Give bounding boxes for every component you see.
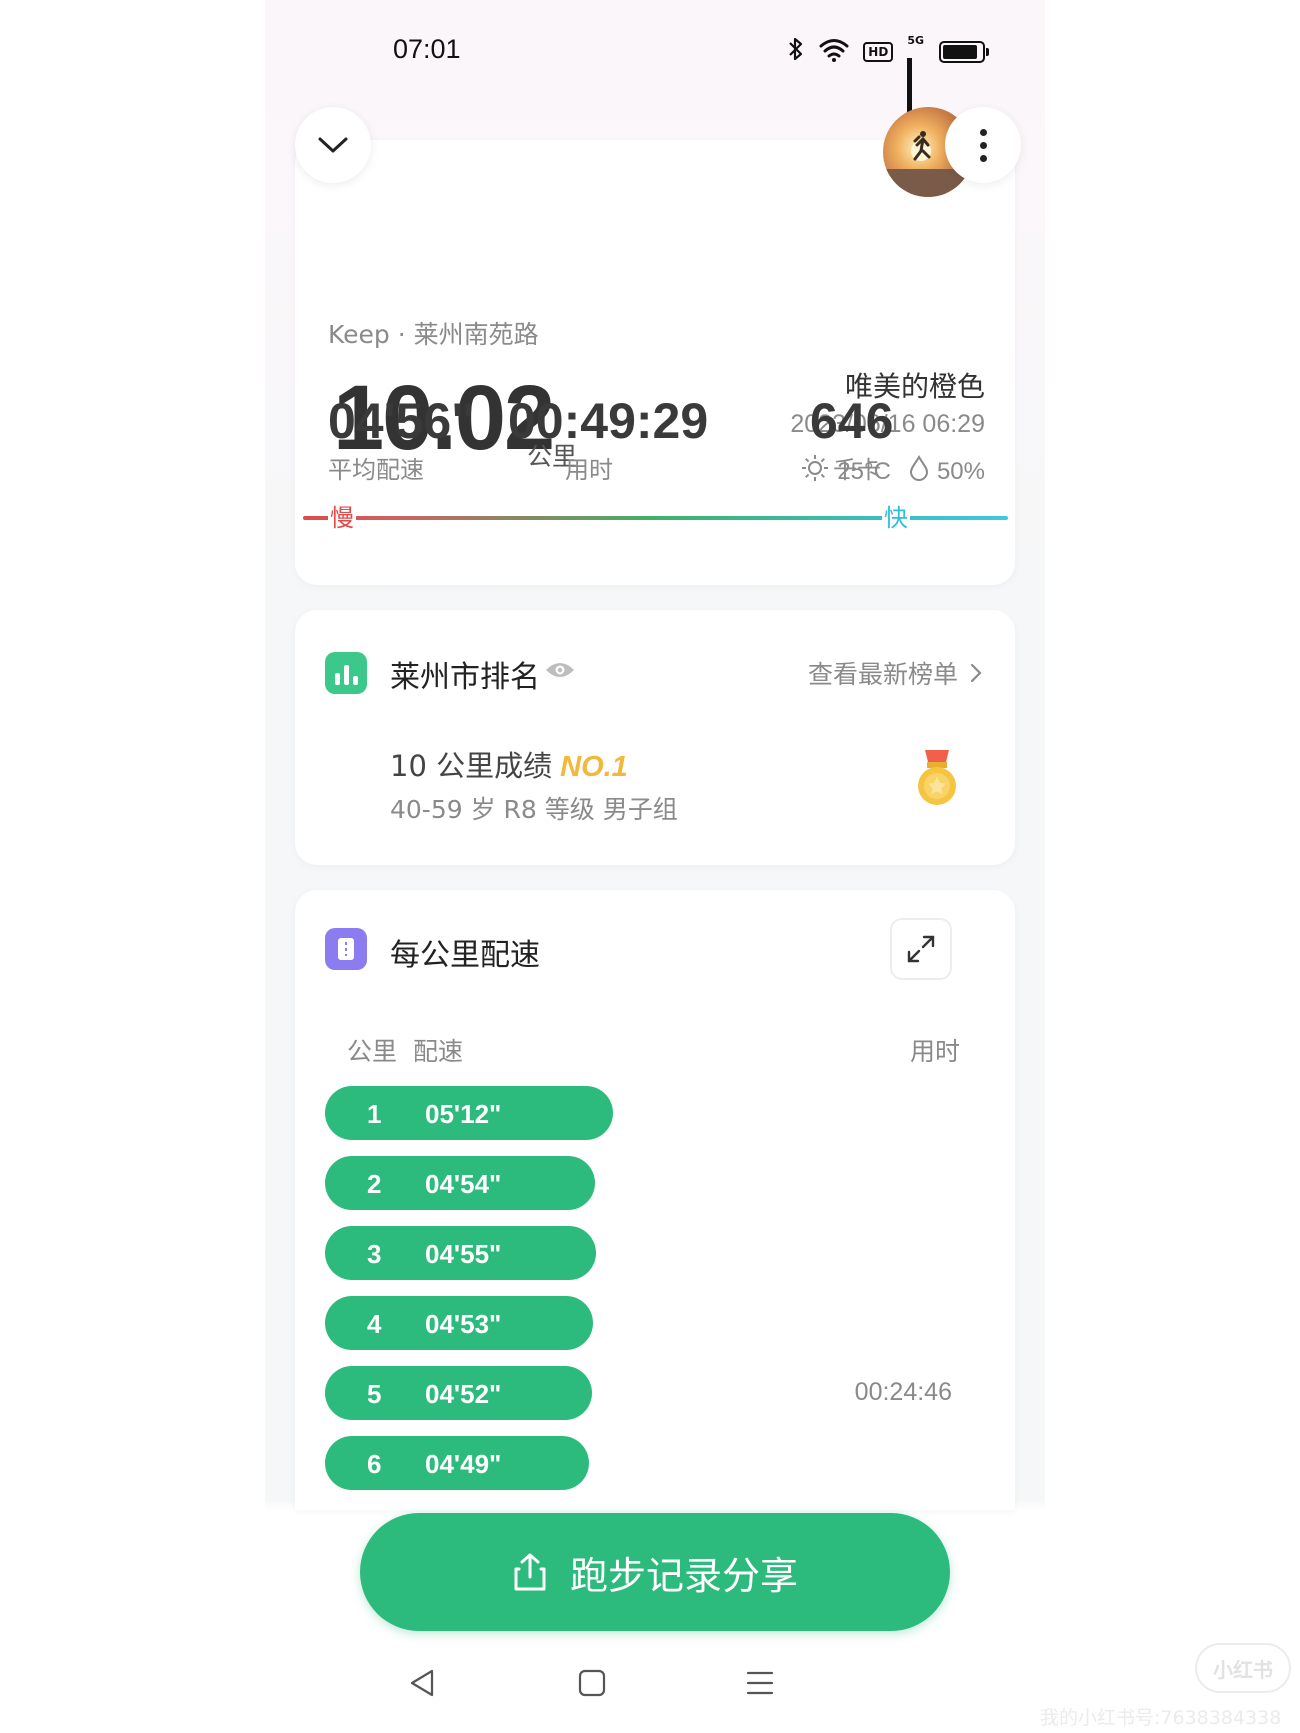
home-icon[interactable] [577, 1668, 607, 1702]
calories-value: 646 [810, 393, 894, 449]
bluetooth-icon [787, 36, 805, 67]
ranking-group: 40-59 岁 R8 等级 男子组 [390, 795, 678, 824]
col-time-header: 用时 [909, 1037, 960, 1066]
wifi-icon [819, 38, 849, 66]
split-km: 1 [367, 1099, 382, 1129]
humidity-icon [909, 454, 929, 488]
split-pace: 04'53" [425, 1309, 502, 1339]
ranking-result: 10 公里成绩 NO.1 [390, 743, 628, 785]
phone-screen: 07:01 HD 5G Keep · 莱州南苑路 10.02 公里 唯美的橙色 … [265, 0, 1045, 1733]
expand-icon [907, 935, 935, 963]
expand-button[interactable] [890, 918, 952, 980]
split-km: 2 [367, 1169, 382, 1199]
split-row: 1 05'12" [325, 1086, 613, 1140]
split-km: 6 [367, 1449, 382, 1479]
collapse-button[interactable] [295, 107, 371, 183]
ranking-position: NO.1 [560, 751, 628, 783]
duration-label: 用时 [565, 456, 613, 484]
avg-pace-value: 04'56" [328, 393, 475, 449]
split-pace: 05'12" [425, 1099, 502, 1129]
weather-info: 25°C 50% [801, 454, 985, 489]
more-vertical-icon [979, 128, 987, 136]
splits-card: 每公里配速 公里 配速 用时 1 05'12" 2 04'54" 3 04'55" 4 04'… [295, 890, 1015, 1510]
col-pace-header: 配速 [413, 1037, 464, 1066]
splits-title: 每公里配速 [390, 938, 540, 973]
split-row: 3 04'55" [325, 1226, 596, 1280]
avg-pace-label: 平均配速 [328, 456, 424, 484]
split-time: 00:24:46 [854, 1378, 952, 1406]
split-row: 4 04'53" [325, 1296, 593, 1350]
calories-label: 千卡 [833, 456, 881, 484]
split-row: 5 04'52" [325, 1366, 592, 1420]
battery-icon [939, 40, 989, 63]
5g-signal-icon: 5G [907, 34, 925, 121]
split-pace: 04'55" [425, 1239, 502, 1269]
split-km: 5 [367, 1379, 382, 1409]
humidity: 50% [936, 457, 985, 485]
chevron-right-icon [970, 663, 982, 683]
chevron-down-icon [318, 137, 348, 153]
gold-medal-icon [915, 750, 959, 812]
ranking-title: 莱州市排名 [390, 660, 540, 695]
split-pace: 04'52" [425, 1379, 502, 1409]
watermark-text: 我的小红书号:7638384338 [1040, 1707, 1282, 1729]
split-row: 2 04'54" [325, 1156, 595, 1210]
duration-value: 00:49:29 [508, 393, 709, 449]
ranking-result-prefix: 10 公里成绩 [390, 749, 553, 783]
split-km: 4 [367, 1309, 382, 1339]
status-time: 07:01 [393, 34, 461, 64]
menu-icon[interactable] [745, 1668, 775, 1702]
status-icons: HD 5G [787, 34, 989, 121]
share-run-button[interactable]: 跑步记录分享 [360, 1513, 950, 1631]
road-icon [325, 928, 367, 970]
share-label: 跑步记录分享 [569, 1553, 798, 1598]
eye-icon[interactable] [545, 660, 575, 684]
system-nav-bar [265, 1668, 1045, 1728]
col-km-header: 公里 [347, 1037, 398, 1066]
bar-chart-icon [325, 652, 367, 694]
pace-fast-label: 快 [882, 504, 910, 532]
split-pace: 04'54" [425, 1169, 502, 1199]
ranking-card[interactable]: 莱州市排名 查看最新榜单 10 公里成绩 NO.1 40-59 岁 R8 等级 男… [295, 610, 1015, 865]
share-upload-icon [514, 1553, 546, 1591]
source-location: Keep · 莱州南苑路 [328, 320, 539, 349]
split-pace: 04'49" [425, 1449, 502, 1479]
view-leaderboard-link[interactable]: 查看最新榜单 [808, 655, 982, 691]
sun-icon [801, 454, 829, 489]
split-km: 3 [367, 1239, 382, 1269]
more-options-button[interactable] [945, 107, 1021, 183]
pace-slow-label: 慢 [328, 504, 356, 532]
split-row: 6 04'49" [325, 1436, 589, 1490]
view-leaderboard-label: 查看最新榜单 [807, 660, 958, 689]
hd-icon: HD [863, 41, 894, 62]
run-summary-card: Keep · 莱州南苑路 10.02 公里 唯美的橙色 2023/06/16 0… [295, 140, 1015, 585]
back-icon[interactable] [408, 1668, 438, 1702]
watermark-logo: 小红书 [1195, 1643, 1291, 1693]
